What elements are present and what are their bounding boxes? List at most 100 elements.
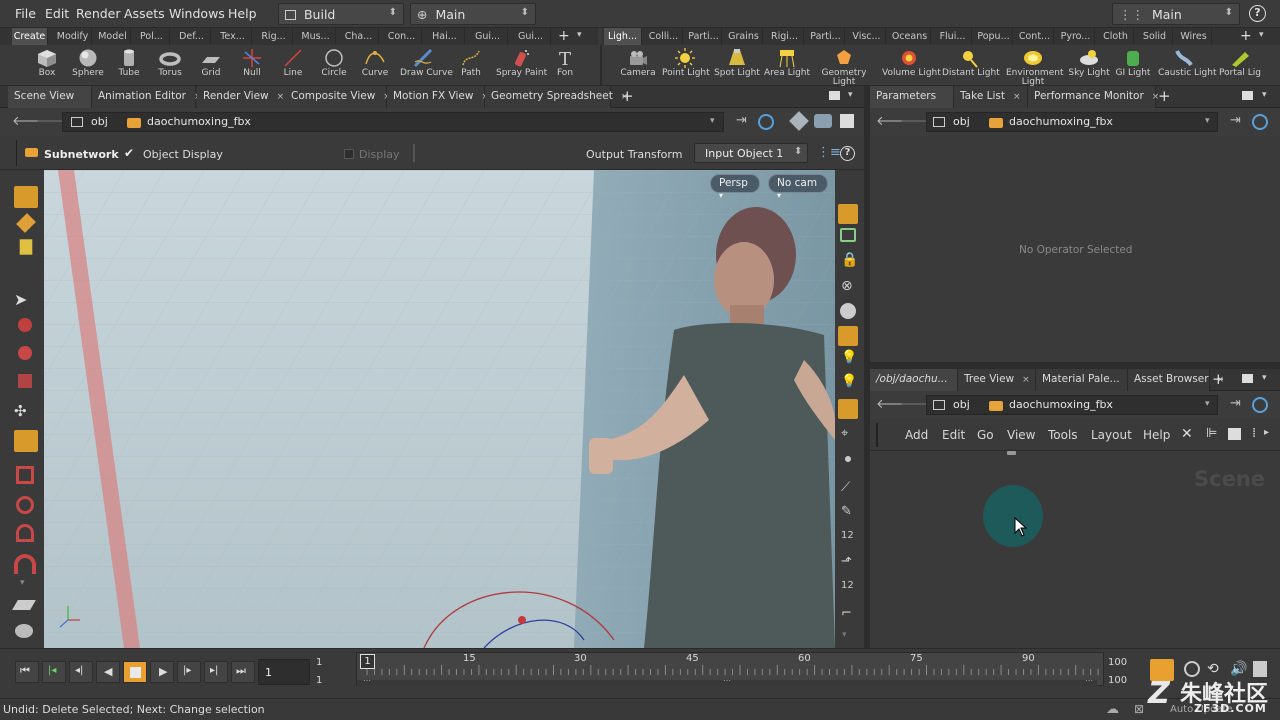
shelf-tab[interactable]: Cloth <box>1098 28 1134 45</box>
context-select[interactable]: ⊕ Main ⬍ <box>410 3 536 25</box>
path-root[interactable]: obj <box>953 398 970 411</box>
shelf-tab[interactable]: Colli... <box>645 28 683 45</box>
step-forward-button[interactable]: |▸ <box>177 661 201 683</box>
magnet-icon[interactable] <box>16 524 34 542</box>
path-node[interactable]: daochumoxing_fbx <box>1009 398 1113 411</box>
scene-path-field[interactable]: obj daochumoxing_fbx ▾ <box>62 112 724 132</box>
tree-icon[interactable]: ⊫ <box>1206 426 1217 441</box>
shelf-tab[interactable]: Rig... <box>255 28 293 45</box>
chevron-down-icon[interactable]: ▾ <box>1262 373 1267 383</box>
step-back-button[interactable]: ◂| <box>69 661 93 683</box>
scale-tool-icon[interactable] <box>18 374 32 388</box>
tab-asset-browser[interactable]: Asset Browser × <box>1128 369 1224 391</box>
tool-area-light[interactable]: Area Light <box>764 48 810 84</box>
link-icon[interactable] <box>758 114 774 130</box>
maximize-icon[interactable] <box>1242 374 1253 383</box>
tool-torus[interactable]: Torus <box>149 48 191 84</box>
playhead[interactable]: 1 <box>360 654 375 669</box>
shelf-tab[interactable]: Grains <box>725 28 763 45</box>
tab-render-view[interactable]: Render View × <box>197 86 287 108</box>
close-icon[interactable]: × <box>277 92 285 102</box>
tool-tube[interactable]: Tube <box>108 48 150 84</box>
menu-layout[interactable]: Layout <box>1091 428 1132 442</box>
maximize-icon[interactable] <box>1242 91 1253 100</box>
view-mode-icon[interactable] <box>840 114 854 128</box>
tool-caustic-light[interactable]: Caustic Light <box>1158 48 1217 84</box>
shelf-tab-lights[interactable]: Ligh... <box>604 28 642 45</box>
menu-tools[interactable]: Tools <box>1048 428 1078 442</box>
link-icon[interactable] <box>1252 114 1268 130</box>
tool-distant-light[interactable]: Distant Light <box>942 48 1000 84</box>
network-path-field[interactable]: obj daochumoxing_fbx ▾ <box>926 395 1218 415</box>
shelf-tab[interactable]: Con... <box>382 28 422 45</box>
tool-geometry-light[interactable]: Geometry Light <box>820 48 868 87</box>
tool-volume-light[interactable]: Volume Light <box>882 48 941 84</box>
shelf-tab[interactable]: Pyro... <box>1057 28 1095 45</box>
menu-file[interactable]: File <box>15 6 36 21</box>
range-bar[interactable]: ⋯ ⋯ ⋯ <box>357 676 1097 686</box>
chevron-down-icon[interactable]: ▾ <box>842 630 862 650</box>
magnet-snap-icon[interactable] <box>14 554 36 574</box>
tab-tree-view[interactable]: Tree View × <box>958 369 1036 391</box>
light-icon[interactable]: 💡 <box>841 350 861 370</box>
shelf-tab[interactable]: Parti... <box>686 28 722 45</box>
stop-button[interactable] <box>123 661 147 683</box>
path-node[interactable]: daochumoxing_fbx <box>147 115 251 128</box>
network-editor[interactable]: Scene <box>870 451 1280 648</box>
tool-spot-light[interactable]: Spot Light <box>714 48 760 84</box>
shelf-tab[interactable]: Cha... <box>339 28 379 45</box>
menu-edit[interactable]: Edit <box>45 6 69 21</box>
shelf-tab[interactable]: Parti... <box>807 28 845 45</box>
brush-icon[interactable]: ⟋ <box>841 480 861 500</box>
plus-icon[interactable]: + <box>1158 87 1171 105</box>
move-tool-icon[interactable] <box>18 318 32 332</box>
play-button[interactable]: ▶ <box>150 661 174 683</box>
step-back-key-button[interactable]: |◂ <box>42 661 66 683</box>
jump-start-button[interactable]: ⏮ <box>15 661 39 683</box>
desktop-select[interactable]: Build ⬍ <box>278 3 404 25</box>
update-icon[interactable]: ⊠ <box>1134 702 1144 716</box>
display-checkbox[interactable] <box>344 149 354 159</box>
chevron-down-icon[interactable]: ▾ <box>20 578 44 600</box>
pose-tool-icon[interactable]: ✣ <box>14 402 38 424</box>
wrench-icon[interactable]: ✕ <box>1181 426 1193 442</box>
tab-animation-editor[interactable]: Animation Editor× <box>92 86 202 108</box>
wireframe-icon[interactable] <box>840 228 856 242</box>
start-frame-a[interactable]: 1 <box>316 657 322 668</box>
tool-grid[interactable]: Grid <box>190 48 232 84</box>
display-options-icon[interactable] <box>789 111 809 131</box>
shelf-tab[interactable]: Model <box>95 28 131 45</box>
shelf-tab[interactable]: Flui... <box>934 28 972 45</box>
menu-edit[interactable]: Edit <box>942 428 965 442</box>
select-tool-icon[interactable] <box>14 186 38 208</box>
pin-icon[interactable]: ⇥ <box>1230 396 1241 411</box>
tool-gi-light[interactable]: GI Light <box>1112 48 1154 84</box>
play-reverse-button[interactable]: ◀ <box>96 661 120 683</box>
end-frame-a[interactable]: 100 <box>1108 657 1127 668</box>
menu-add[interactable]: Add <box>905 428 928 442</box>
shelf-tab-create[interactable]: Create <box>12 28 48 45</box>
normals-icon[interactable]: ⬏ <box>841 554 861 574</box>
jump-end-button[interactable]: ⏭ <box>231 661 255 683</box>
pin-icon[interactable]: ⇥ <box>736 113 747 128</box>
close-icon[interactable]: × <box>1022 375 1030 385</box>
tab-network-path[interactable]: /obj/daochu... <box>870 369 958 391</box>
tool-environment-light[interactable]: Environment Light <box>1006 48 1063 87</box>
shelf-tab[interactable]: Rigi... <box>766 28 804 45</box>
chevron-down-icon[interactable]: ▾ <box>1259 30 1264 40</box>
shelf-tab[interactable]: Popu... <box>975 28 1013 45</box>
tool-circle[interactable]: Circle <box>313 48 355 84</box>
shelf-tab[interactable]: Wires <box>1176 28 1212 45</box>
pointer-icon[interactable]: ➤ <box>14 290 38 312</box>
render-icon[interactable] <box>15 624 33 638</box>
timeline-track[interactable]: 15 30 45 60 75 90 1 ⋯ ⋯ ⋯ <box>356 652 1107 686</box>
help-icon[interactable]: ? <box>840 146 855 161</box>
hierarchy-icon[interactable]: ⋮≡ <box>817 145 841 160</box>
snap-icon[interactable] <box>16 496 34 514</box>
tab-geometry-spreadsheet[interactable]: Geometry Spreadsheet × <box>485 86 628 108</box>
chevron-down-icon[interactable]: ▾ <box>1205 399 1210 409</box>
grid-plane-icon[interactable] <box>12 600 36 610</box>
path-node[interactable]: daochumoxing_fbx <box>1009 115 1113 128</box>
chevron-right-icon[interactable]: ▸ <box>1264 427 1269 438</box>
object-display-toggle[interactable]: Object Display <box>143 148 223 161</box>
